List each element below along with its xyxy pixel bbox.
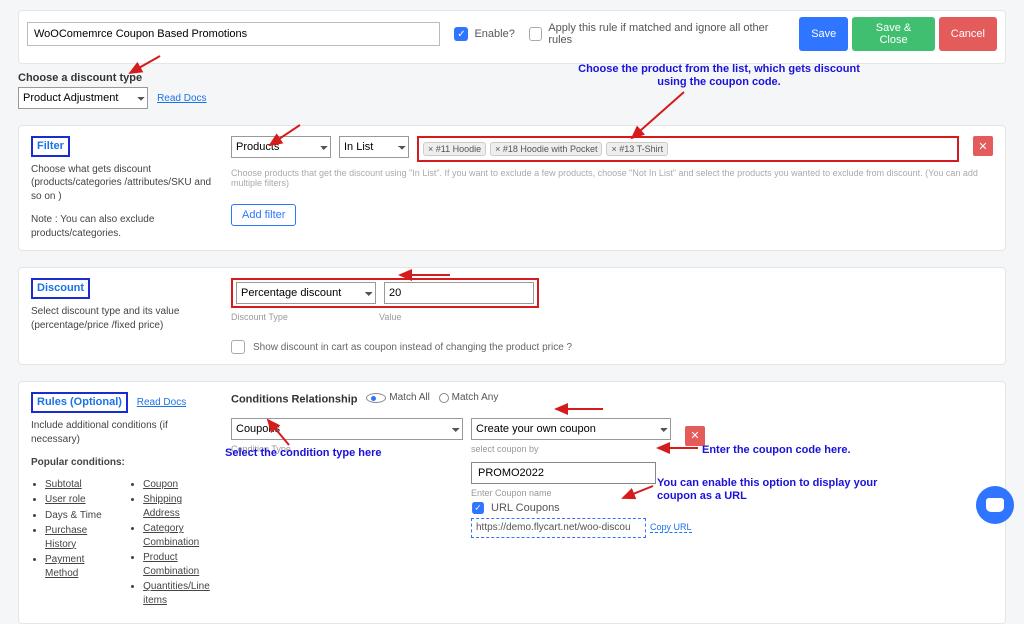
save-close-button[interactable]: Save & Close bbox=[852, 17, 934, 51]
popular-item[interactable]: Payment Method bbox=[45, 554, 84, 579]
delete-filter-button[interactable]: ✕ bbox=[973, 136, 993, 156]
add-filter-button[interactable]: Add filter bbox=[231, 204, 296, 226]
enable-checkbox[interactable]: ✓ Enable? bbox=[454, 27, 514, 41]
discount-badge: Discount bbox=[31, 278, 90, 299]
popular-item[interactable]: Subtotal bbox=[45, 479, 82, 490]
popular-conditions-list: Subtotal User role Days & Time Purchase … bbox=[31, 474, 219, 610]
match-all-label: Match All bbox=[389, 392, 430, 403]
filter-desc2: Note : You can also exclude products/cat… bbox=[31, 213, 219, 240]
check-icon: ✓ bbox=[454, 27, 468, 41]
rules-badge: Rules (Optional) bbox=[31, 392, 128, 413]
discount-type-label: Discount Type bbox=[231, 312, 371, 322]
radio-icon bbox=[439, 393, 449, 403]
cancel-button[interactable]: Cancel bbox=[939, 17, 997, 51]
discount-type-title: Choose a discount type bbox=[18, 72, 1006, 84]
rel-title: Conditions Relationship bbox=[231, 394, 358, 406]
popular-item[interactable]: User role bbox=[45, 494, 86, 505]
coupon-code-input[interactable] bbox=[471, 462, 656, 484]
popular-item[interactable]: Days & Time bbox=[45, 510, 102, 521]
popular-item[interactable]: Coupon bbox=[143, 479, 178, 490]
rules-section: Rules (Optional) Read Docs Include addit… bbox=[18, 381, 1006, 624]
popular-item[interactable]: Purchase History bbox=[45, 525, 87, 550]
popular-title: Popular conditions: bbox=[31, 456, 219, 470]
filter-badge: Filter bbox=[31, 136, 70, 157]
product-tag[interactable]: × #18 Hoodie with Pocket bbox=[490, 142, 602, 156]
discount-type-select[interactable]: Product Adjustment bbox=[18, 87, 148, 109]
condition-type-select[interactable]: Coupons bbox=[231, 418, 463, 440]
match-any-radio[interactable]: Match Any bbox=[439, 392, 499, 403]
match-all-radio[interactable]: Match All bbox=[366, 392, 430, 403]
read-docs-link[interactable]: Read Docs bbox=[157, 93, 206, 104]
cond-type-label: Condition Type bbox=[231, 444, 463, 454]
filter-section: Filter Choose what gets discount (produc… bbox=[18, 125, 1006, 251]
url-coupon-input[interactable] bbox=[471, 518, 646, 538]
checkbox-empty-icon bbox=[529, 27, 543, 41]
discount-value-label: Value bbox=[379, 312, 401, 322]
popular-item[interactable]: Quantities/Line items bbox=[143, 581, 210, 606]
popular-item[interactable]: Shipping Address bbox=[143, 494, 182, 519]
topbar: ✓ Enable? Apply this rule if matched and… bbox=[18, 10, 1006, 64]
product-tag[interactable]: × #11 Hoodie bbox=[423, 142, 486, 156]
radio-selected-icon bbox=[366, 393, 386, 403]
rule-name-input[interactable] bbox=[27, 22, 440, 46]
coupon-by-select[interactable]: Create your own coupon bbox=[471, 418, 671, 440]
show-coupon-label: Show discount in cart as coupon instead … bbox=[253, 342, 572, 353]
show-coupon-checkbox[interactable]: Show discount in cart as coupon instead … bbox=[231, 340, 993, 354]
action-buttons: Save Save & Close Cancel bbox=[799, 17, 997, 51]
enter-coupon-label: Enter Coupon name bbox=[471, 488, 993, 498]
rules-desc: Include additional conditions (if necess… bbox=[31, 419, 219, 446]
filter-desc1: Choose what gets discount (products/cate… bbox=[31, 163, 219, 204]
discount-row: Percentage discount bbox=[231, 278, 539, 308]
discount-type-row: Choose a discount type Product Adjustmen… bbox=[18, 72, 1006, 109]
url-coupons-label: URL Coupons bbox=[491, 502, 560, 514]
coupon-by-label: select coupon by bbox=[471, 444, 671, 454]
checkbox-empty-icon bbox=[231, 340, 245, 354]
popular-item[interactable]: Product Combination bbox=[143, 552, 199, 577]
filter-inlist-select[interactable]: In List bbox=[339, 136, 409, 158]
rules-read-docs-link[interactable]: Read Docs bbox=[137, 397, 186, 408]
apply-label: Apply this rule if matched and ignore al… bbox=[548, 22, 785, 46]
discount-value-input[interactable] bbox=[384, 282, 534, 304]
chat-icon bbox=[986, 498, 1004, 512]
discount-desc: Select discount type and its value (perc… bbox=[31, 305, 219, 332]
url-coupons-checkbox[interactable]: ✓ URL Coupons bbox=[471, 501, 560, 515]
match-any-label: Match Any bbox=[452, 392, 499, 403]
chat-bubble-icon[interactable] bbox=[976, 486, 1014, 524]
discount-section: Discount Select discount type and its va… bbox=[18, 267, 1006, 365]
enable-label: Enable? bbox=[474, 28, 514, 40]
filter-products-select[interactable]: Products bbox=[231, 136, 331, 158]
popular-item[interactable]: Category Combination bbox=[143, 523, 199, 548]
product-tag[interactable]: × #13 T-Shirt bbox=[606, 142, 668, 156]
discount-type-value-select[interactable]: Percentage discount bbox=[236, 282, 376, 304]
filter-help: Choose products that get the discount us… bbox=[231, 168, 993, 188]
save-button[interactable]: Save bbox=[799, 17, 848, 51]
check-icon: ✓ bbox=[472, 502, 484, 514]
apply-rule-checkbox[interactable]: Apply this rule if matched and ignore al… bbox=[529, 22, 785, 46]
products-tags-box[interactable]: × #11 Hoodie × #18 Hoodie with Pocket × … bbox=[417, 136, 959, 162]
conditions-relationship: Conditions Relationship Match All Match … bbox=[231, 392, 993, 406]
delete-condition-button[interactable]: ✕ bbox=[685, 426, 705, 446]
